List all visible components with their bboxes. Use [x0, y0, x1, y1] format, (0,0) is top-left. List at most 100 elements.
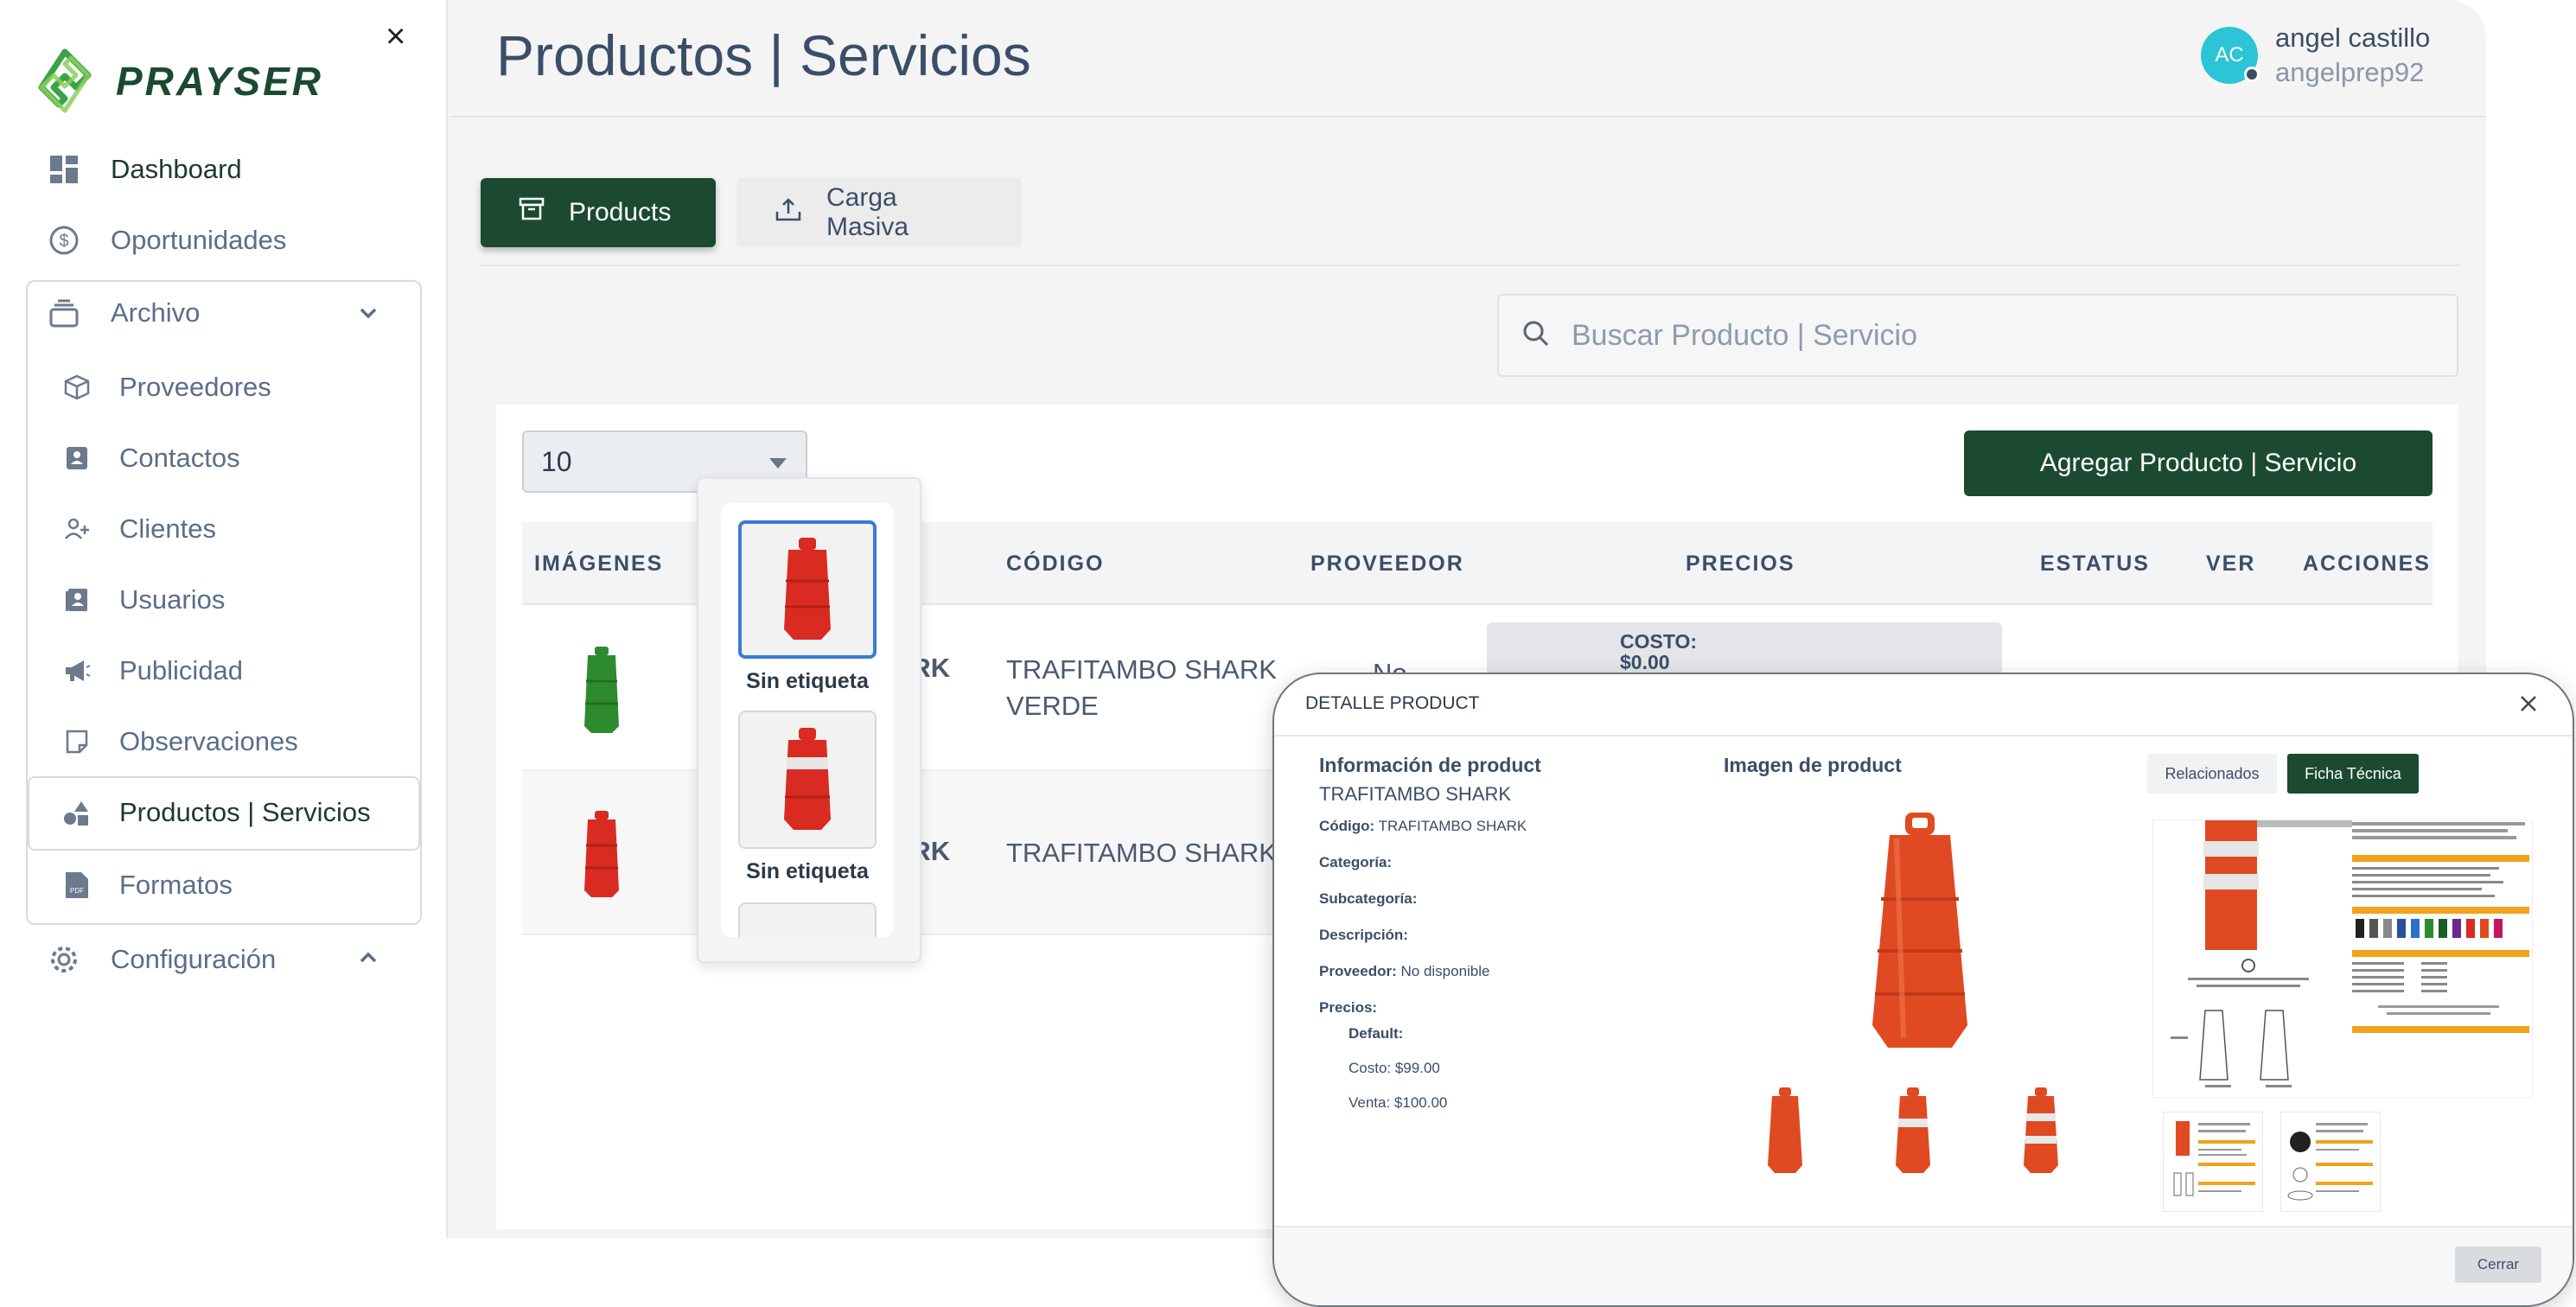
search-bar[interactable] [1497, 294, 2458, 377]
note-icon [62, 727, 92, 756]
gallery-thumbnail[interactable] [738, 520, 877, 659]
sidebar-item-formatos[interactable]: PDF Formatos [62, 870, 233, 901]
subcategoria-field: Subcategoría: [1319, 890, 1417, 908]
page-header: Productos | Servicios AC angel castillo … [450, 0, 2486, 118]
avatar-initials: AC [2215, 43, 2244, 67]
sidebar-item-label: Observaciones [119, 726, 298, 756]
close-icon[interactable] [2519, 688, 2538, 720]
svg-text:$: $ [59, 232, 68, 251]
column-header[interactable]: PROVEEDOR [1310, 551, 1464, 577]
image-gallery-popover: Sin etiqueta Sin etiqueta [697, 477, 921, 963]
tech-sheet-preview[interactable] [2152, 819, 2533, 1098]
column-header[interactable]: ESTATUS [2040, 551, 2150, 577]
brand-logo[interactable]: PRAYSER [35, 48, 323, 114]
column-header[interactable]: CÓDIGO [1006, 551, 1104, 577]
sidebar-item-contactos[interactable]: Contactos [62, 443, 240, 474]
sidebar-item-archivo[interactable]: Archivo [48, 297, 387, 328]
product-thumbnail[interactable] [583, 811, 621, 903]
info-section-title: Información de product [1319, 754, 1541, 776]
sidebar-item-oportunidades[interactable]: $ Oportunidades [48, 225, 286, 256]
divider [481, 265, 2460, 266]
tech-sheet-thumbnail[interactable] [2163, 1112, 2263, 1212]
product-name: TRAFITAMBO SHARK [1319, 783, 1512, 805]
sidebar-item-usuarios[interactable]: Usuarios [62, 584, 225, 615]
precios-field: Precios: [1319, 999, 1377, 1017]
column-header[interactable]: ACCIONES [2303, 551, 2431, 577]
gear-icon [48, 944, 80, 975]
modal-title: DETALLE PRODUCT [1305, 693, 1480, 713]
product-code: TRAFITAMBO SHARK VERDE [1006, 652, 1277, 724]
search-input[interactable] [1572, 318, 2419, 353]
sidebar-item-publicidad[interactable]: Publicidad [62, 655, 243, 686]
gallery-thumbnail[interactable] [738, 902, 877, 937]
code-line: TRAFITAMBO SHARK [1006, 654, 1277, 685]
chevron-up-icon[interactable] [356, 946, 380, 977]
product-code: TRAFITAMBO SHARK [1006, 835, 1277, 871]
archive-box-icon [519, 196, 545, 229]
user-plus-icon [62, 514, 92, 544]
caret-down-icon [769, 458, 787, 469]
field-label: Subcategoría: [1319, 890, 1418, 907]
sidebar-item-label: Usuarios [119, 584, 226, 615]
add-product-button[interactable]: Agregar Producto | Servicio [1964, 430, 2433, 496]
sidebar-item-proveedores[interactable]: Proveedores [62, 372, 271, 403]
megaphone-icon [62, 656, 92, 685]
shapes-icon [62, 798, 92, 827]
categoria-field: Categoría: [1319, 854, 1392, 871]
field-label: Descripción: [1319, 927, 1408, 943]
dashboard-icon [48, 154, 80, 185]
product-thumbnail[interactable] [583, 647, 621, 739]
sidebar-item-dashboard[interactable]: Dashboard [48, 154, 242, 185]
avatar[interactable]: AC [2201, 27, 2260, 84]
variant-image[interactable] [1895, 1087, 1931, 1178]
gallery-list[interactable]: Sin etiqueta Sin etiqueta [721, 503, 894, 937]
dollar-circle-icon: $ [48, 225, 80, 256]
column-header[interactable]: PRECIOS [1686, 551, 1795, 577]
tab-products[interactable]: Products [481, 178, 716, 247]
archive-icon [48, 297, 80, 328]
user-handle: angelprep92 [2275, 57, 2425, 87]
venta-value: Venta: $100.00 [1349, 1094, 1448, 1111]
field-label: Código: [1319, 818, 1375, 834]
page-title: Productos | Servicios [496, 23, 1031, 87]
upload-icon [775, 196, 802, 229]
sidebar-item-label: Publicidad [119, 655, 244, 685]
modal-footer [1274, 1226, 2573, 1305]
prayser-logo-icon [38, 48, 92, 113]
sidebar: PRAYSER × Dashboard $ Oportunidades Arch… [0, 0, 448, 1238]
product-detail-modal: DETALLE PRODUCT Información de product T… [1272, 673, 2574, 1307]
tab-ficha-tecnica[interactable]: Ficha Técnica [2287, 754, 2419, 794]
sidebar-item-productos-servicios[interactable]: Productos | Servicios [62, 797, 371, 828]
user-menu[interactable]: AC angel castillo angelprep92 [2201, 22, 2430, 88]
users-book-icon [62, 585, 92, 615]
modal-header: DETALLE PRODUCT [1274, 674, 2573, 736]
close-sidebar-icon[interactable]: × [386, 19, 405, 54]
column-header[interactable]: VER [2206, 551, 2255, 577]
column-header[interactable]: IMÁGENES [534, 551, 663, 577]
code-line: TRAFITAMBO SHARK [1006, 838, 1277, 868]
tab-carga-masiva[interactable]: Carga Masiva [736, 178, 1022, 247]
variant-image[interactable] [2023, 1087, 2059, 1178]
sidebar-item-label: Dashboard [111, 154, 242, 184]
gallery-thumbnail[interactable] [738, 711, 877, 849]
default-label: Default: [1349, 1025, 1403, 1042]
tab-relacionados[interactable]: Relacionados [2147, 754, 2277, 794]
sidebar-item-label: Oportunidades [111, 225, 287, 255]
sidebar-item-observaciones[interactable]: Observaciones [62, 726, 298, 757]
field-label: Categoría: [1319, 854, 1393, 870]
cerrar-button[interactable]: Cerrar [2455, 1246, 2541, 1283]
status-dot [2244, 67, 2260, 82]
product-main-image[interactable] [1871, 813, 1969, 1054]
tab-label: Products [569, 198, 672, 226]
field-value: TRAFITAMBO SHARK [1378, 818, 1527, 834]
pdf-icon: PDF [62, 870, 92, 900]
variant-image[interactable] [1767, 1087, 1803, 1178]
sidebar-item-clientes[interactable]: Clientes [62, 513, 216, 545]
chevron-down-icon[interactable] [356, 301, 380, 332]
price-value: $0.00 [1620, 651, 1670, 673]
sidebar-item-configuracion[interactable]: Configuración [48, 944, 387, 975]
field-label: Default: [1349, 1025, 1404, 1042]
tab-label: Carga Masiva [826, 183, 909, 241]
tech-sheet-thumbnail[interactable] [2280, 1112, 2381, 1212]
sidebar-item-label: Formatos [119, 870, 233, 900]
